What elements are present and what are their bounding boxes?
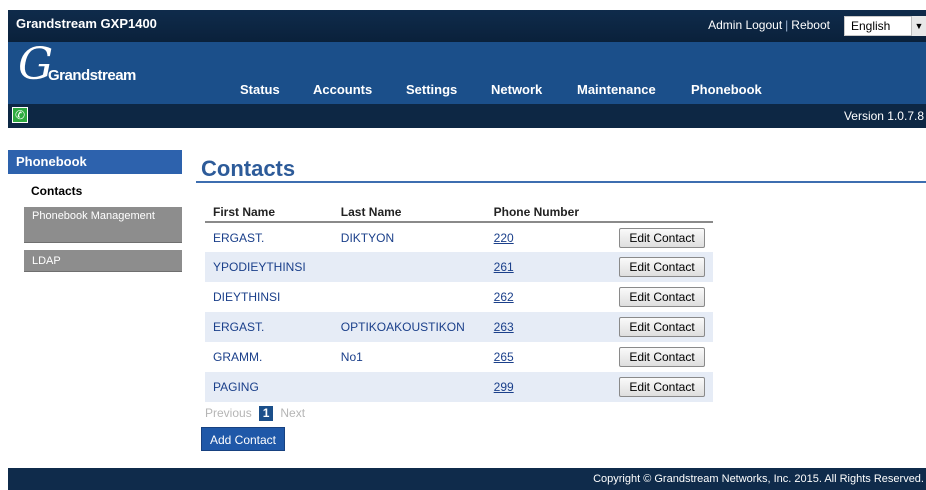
cell-first-name: ERGAST. <box>205 312 333 342</box>
cell-last-name <box>332 252 486 282</box>
phone-link[interactable]: 261 <box>494 260 514 274</box>
cell-action: Edit Contact <box>611 342 713 372</box>
page-title: Contacts <box>201 156 296 181</box>
table-row: GRAMM. No1 265 Edit Contact <box>205 342 713 372</box>
phone-link[interactable]: 299 <box>494 380 514 394</box>
edit-contact-button[interactable]: Edit Contact <box>619 347 705 367</box>
cell-phone: 263 <box>485 312 611 342</box>
cell-last-name: DIKTYON <box>340 230 395 245</box>
pager-previous[interactable]: Previous <box>205 406 252 420</box>
edit-contact-button[interactable]: Edit Contact <box>619 317 705 337</box>
cell-last-name: No1 <box>340 350 363 364</box>
edit-contact-button[interactable]: Edit Contact <box>619 227 705 248</box>
cell-first-name: DIEYTHINSI <box>213 290 281 304</box>
reboot-link[interactable]: Reboot <box>791 18 830 32</box>
admin-links: Admin Logout | Reboot <box>708 18 830 32</box>
language-select[interactable]: English ▼ <box>844 16 926 36</box>
sidebar-item-phonebook-management[interactable]: Phonebook Management <box>24 207 182 243</box>
nav-accounts[interactable]: Accounts <box>313 82 372 97</box>
cell-action: Edit Contact <box>611 282 713 312</box>
cell-last-name <box>333 282 486 312</box>
admin-logout-link[interactable]: Admin Logout <box>708 18 782 32</box>
edit-contact-button[interactable]: Edit Contact <box>619 257 705 277</box>
table-row: DIEYTHINSI 262 Edit Contact <box>205 282 713 312</box>
footer-bar: Copyright © Grandstream Networks, Inc. 2… <box>8 468 926 490</box>
admin-separator: | <box>785 18 789 32</box>
sidebar-item-contacts[interactable]: Contacts <box>31 184 82 198</box>
cell-phone: 220 <box>486 222 611 252</box>
pagination: Previous 1 Next <box>205 406 305 421</box>
cell-first-name: GRAMM. <box>213 350 263 364</box>
table-header-row: First Name Last Name Phone Number <box>205 203 713 223</box>
firmware-version: Version 1.0.7.8 <box>843 109 924 123</box>
pager-next[interactable]: Next <box>280 406 305 420</box>
device-title: Grandstream GXP1400 <box>16 16 157 31</box>
header-sub-bar: ✆ Version 1.0.7.8 <box>8 104 926 128</box>
phone-icon: ✆ <box>12 107 28 123</box>
column-header-phone-number: Phone Number <box>485 203 611 223</box>
cell-action: Edit Contact <box>611 312 713 342</box>
nav-network[interactable]: Network <box>491 82 542 97</box>
cell-last-name: OPTIKOAKOUSTIKON <box>332 312 486 342</box>
cell-last-name <box>332 372 486 402</box>
header-top-strip: Grandstream GXP1400 Admin Logout | Reboot … <box>8 10 926 42</box>
cell-first-name: PAGING <box>205 372 333 402</box>
chevron-down-icon[interactable]: ▼ <box>911 16 926 36</box>
table-row: ERGAST. DIKTYON 220 Edit Contact <box>205 222 713 252</box>
cell-first-name: ERGAST. <box>213 230 265 245</box>
edit-contact-button[interactable]: Edit Contact <box>619 377 705 397</box>
phone-link[interactable]: 220 <box>494 231 514 245</box>
add-contact-button[interactable]: Add Contact <box>201 427 285 451</box>
table-row: PAGING 299 Edit Contact <box>205 372 713 402</box>
edit-contact-button[interactable]: Edit Contact <box>619 287 705 307</box>
phone-link[interactable]: 262 <box>494 290 514 304</box>
cell-action: Edit Contact <box>611 222 713 252</box>
contacts-table: First Name Last Name Phone Number ERGAST… <box>205 203 713 402</box>
cell-phone: 262 <box>486 282 611 312</box>
phone-link[interactable]: 263 <box>494 320 514 334</box>
pager-current-page[interactable]: 1 <box>259 406 274 421</box>
title-divider <box>196 181 926 183</box>
nav-phonebook[interactable]: Phonebook <box>691 82 762 97</box>
main-nav: Status Accounts Settings Network Mainten… <box>8 76 926 104</box>
sidebar-section-phonebook[interactable]: Phonebook <box>8 150 182 174</box>
cell-phone: 261 <box>485 252 611 282</box>
table-row: ERGAST. OPTIKOAKOUSTIKON 263 Edit Contac… <box>205 312 713 342</box>
cell-action: Edit Contact <box>611 252 713 282</box>
phone-link[interactable]: 265 <box>494 350 514 364</box>
cell-phone: 265 <box>486 342 611 372</box>
nav-settings[interactable]: Settings <box>406 82 457 97</box>
column-header-last-name: Last Name <box>332 203 486 223</box>
language-value: English <box>851 19 891 33</box>
cell-first-name: YPODIEYTHINSI <box>205 252 333 282</box>
cell-phone: 299 <box>485 372 611 402</box>
column-header-first-name: First Name <box>205 203 333 223</box>
nav-status[interactable]: Status <box>240 82 280 97</box>
table-row: YPODIEYTHINSI 261 Edit Contact <box>205 252 713 282</box>
column-header-actions <box>611 203 713 223</box>
cell-action: Edit Contact <box>611 372 713 402</box>
nav-maintenance[interactable]: Maintenance <box>577 82 656 97</box>
copyright-text: Copyright © Grandstream Networks, Inc. 2… <box>593 473 924 485</box>
header-bar: Grandstream GXP1400 Admin Logout | Reboot … <box>8 10 926 128</box>
sidebar-item-ldap[interactable]: LDAP <box>24 250 182 272</box>
